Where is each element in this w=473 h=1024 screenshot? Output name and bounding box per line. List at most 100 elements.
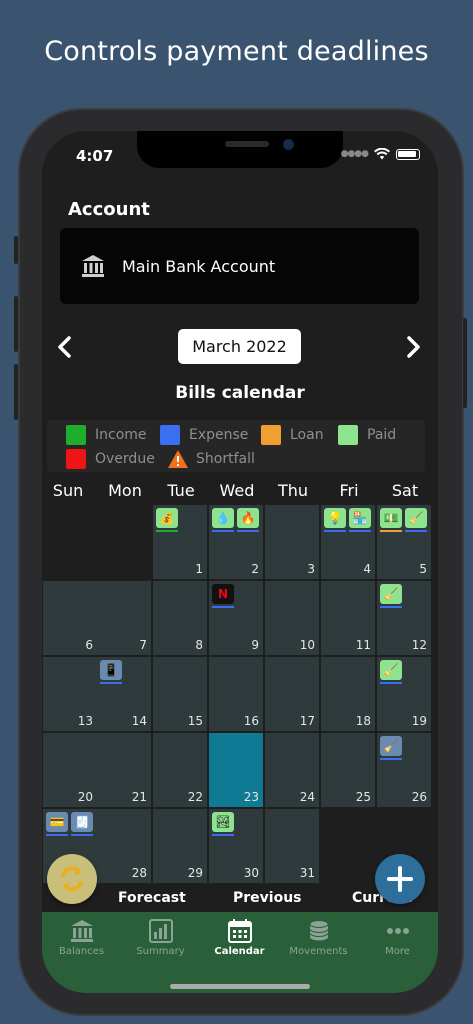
calendar-day-cell[interactable]: 8 (153, 581, 207, 655)
segment-previous[interactable]: Previous (233, 890, 302, 906)
app-screen: 4:07 ●●●● Account Main Bank Account Marc… (42, 131, 438, 993)
calendar-day-cell[interactable]: 14 📱 (97, 657, 151, 731)
calendar-day-cell[interactable]: 22 (153, 733, 207, 807)
tab-movements[interactable]: Movements (279, 918, 358, 957)
segment-forecast[interactable]: Forecast (118, 890, 186, 906)
wifi-icon (374, 148, 390, 160)
legend-loan: Loan (261, 425, 324, 445)
calendar-day-cell[interactable]: 16 (209, 657, 263, 731)
calendar-day-cell[interactable]: 3 (265, 505, 319, 579)
tab-summary[interactable]: Summary (121, 918, 200, 957)
calendar-day-cell[interactable]: 18 (321, 657, 375, 731)
bill-icons: 💧 🔥 (212, 508, 259, 532)
calendar-day-cell[interactable]: 29 (153, 809, 207, 883)
gas-flame-icon: 🔥 (237, 508, 259, 528)
bill-item[interactable]: 🏞 (212, 812, 234, 836)
tab-balances[interactable]: Balances (42, 918, 121, 957)
bill-status-bar (380, 606, 402, 608)
calendar-day-cell[interactable]: 9N (209, 581, 263, 655)
bill-item[interactable]: 💳 (46, 812, 68, 836)
account-selector[interactable]: Main Bank Account (60, 228, 419, 304)
calendar-day-cell[interactable]: 30 🏞 (209, 809, 263, 883)
bill-item[interactable]: N (212, 584, 234, 608)
bill-icons: 🧹 (380, 736, 402, 760)
weekday-label: Fri (339, 481, 359, 500)
bill-item[interactable]: 📱 (100, 660, 122, 684)
tab-calendar[interactable]: Calendar (200, 918, 279, 957)
broom-shortfall-icon: 🧹 (380, 736, 402, 756)
day-number: 23 (243, 790, 259, 804)
calendar-day-cell[interactable]: 5 💵 🧹 (377, 505, 431, 579)
bill-status-bar (380, 758, 402, 760)
bill-status-bar (380, 530, 402, 532)
bill-icons: 💡 🏪 (324, 508, 371, 532)
month-picker[interactable]: March 2022 (178, 329, 301, 364)
day-number: 11 (355, 638, 371, 652)
calendar-day-cell[interactable]: 2 💧 🔥 (209, 505, 263, 579)
chevron-right-icon (407, 336, 420, 358)
legend-expense: Expense (160, 425, 248, 445)
card-shortfall-icon: 💳 (46, 812, 68, 832)
day-number: 15 (187, 714, 203, 728)
calendar-day-cell[interactable]: 19 🧹 (377, 657, 431, 731)
legend-overdue: Overdue (66, 449, 155, 469)
bill-item[interactable]: 🧹 (380, 584, 402, 608)
bill-item[interactable]: 💵 (380, 508, 402, 532)
next-month-button[interactable] (399, 332, 427, 362)
day-number: 18 (355, 714, 371, 728)
calendar-day-cell[interactable]: 13 (43, 657, 97, 731)
bill-status-bar (405, 530, 427, 532)
calendar-day-cell[interactable]: 20 (43, 733, 97, 807)
bill-item[interactable]: 💰 (156, 508, 178, 532)
calendar-day-cell[interactable]: 7 (97, 581, 151, 655)
bill-item[interactable]: 🔥 (237, 508, 259, 532)
day-number: 8 (195, 638, 203, 652)
bill-status-bar (46, 834, 68, 836)
legend-shortfall: Shortfall (167, 449, 255, 469)
weekday-label: Thu (277, 481, 309, 500)
calendar-day-cell[interactable]: 24 (265, 733, 319, 807)
broom-icon: 🧹 (405, 508, 427, 528)
legend: Income Expense Loan Paid Overdue Shortfa… (47, 420, 425, 472)
bill-item[interactable]: 💧 (212, 508, 234, 532)
tab-label: More (385, 946, 410, 957)
weekday-label: Tue (167, 481, 195, 500)
bill-item[interactable]: 🧹 (380, 736, 402, 760)
tab-more[interactable]: More (358, 918, 437, 957)
status-icons: ●●●● (341, 148, 420, 160)
lightbulb-icon: 💡 (324, 508, 346, 528)
bill-item[interactable]: 🧹 (380, 660, 402, 684)
tab-label: Calendar (214, 946, 265, 957)
broom-icon: 🧹 (380, 660, 402, 680)
refresh-button[interactable] (47, 854, 97, 904)
calendar-day-cell[interactable]: 1 💰 (153, 505, 207, 579)
bill-item[interactable]: 🧹 (405, 508, 427, 532)
weekday-header: Sun Mon Tue Wed Thu Fri Sat (42, 481, 438, 501)
calendar-day-cell[interactable]: 6 (43, 581, 97, 655)
prev-month-button[interactable] (51, 332, 79, 362)
calendar-day-cell[interactable]: 31 (265, 809, 319, 883)
calendar-day-cell[interactable]: 15 (153, 657, 207, 731)
money-bag-icon: 💰 (156, 508, 178, 528)
calendar-day-cell[interactable]: 21 (97, 733, 151, 807)
calendar-day-cell[interactable]: 25 (321, 733, 375, 807)
calendar-day-cell[interactable]: 23 (209, 733, 263, 807)
bill-status-bar (212, 530, 234, 532)
receipt-shortfall-icon: 🧾 (71, 812, 93, 832)
calendar-day-cell[interactable]: 10 (265, 581, 319, 655)
bill-item[interactable]: 🧾 (71, 812, 93, 836)
calendar-day-cell[interactable]: 4 💡 🏪 (321, 505, 375, 579)
calendar-day-cell[interactable]: 11 (321, 581, 375, 655)
legend-swatch (66, 449, 86, 469)
add-bill-button[interactable] (375, 854, 425, 904)
calendar-day-cell[interactable]: 12 🧹 (377, 581, 431, 655)
day-number: 22 (187, 790, 203, 804)
bill-item[interactable]: 🏪 (349, 508, 371, 532)
bill-icons: 💳 🧾 (46, 812, 93, 836)
calendar-day-cell[interactable]: 26 🧹 (377, 733, 431, 807)
notch (137, 131, 343, 168)
calendar-day-cell[interactable]: 28 (97, 809, 151, 883)
bill-status-bar (349, 530, 371, 532)
bill-item[interactable]: 💡 (324, 508, 346, 532)
calendar-day-cell[interactable]: 17 (265, 657, 319, 731)
